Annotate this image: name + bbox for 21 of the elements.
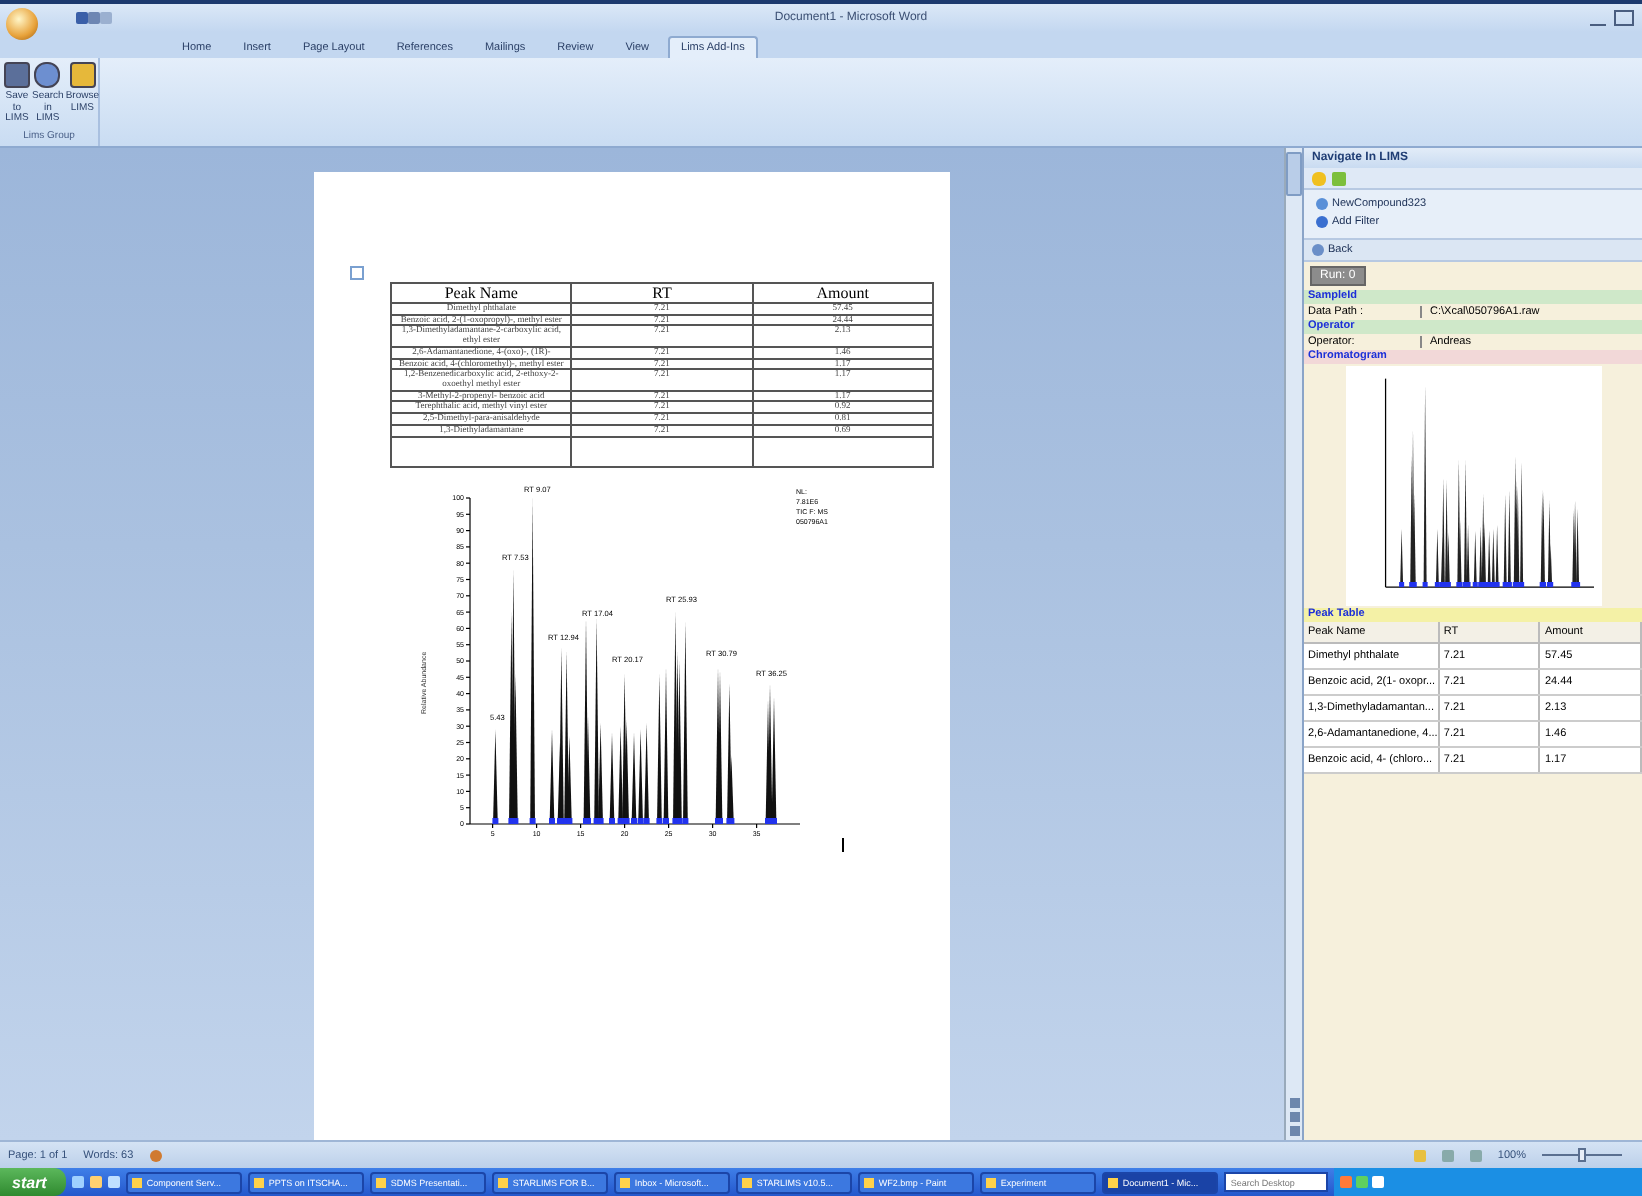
table-move-handle[interactable] xyxy=(350,266,364,280)
undo-icon xyxy=(88,12,100,24)
view-icon xyxy=(1413,1149,1426,1161)
lims-icon xyxy=(34,62,61,88)
view-icon xyxy=(1441,1149,1454,1161)
add-icon xyxy=(1332,171,1346,185)
star-icon xyxy=(1312,171,1326,185)
table-header: Peak Name xyxy=(391,283,572,303)
restore-icon[interactable] xyxy=(1614,10,1634,26)
save-icon xyxy=(76,12,88,24)
table-header: RT xyxy=(571,283,753,303)
scrollbar[interactable] xyxy=(1284,148,1302,1140)
office-button[interactable] xyxy=(6,8,38,40)
text-cursor xyxy=(842,838,844,852)
lims-icon xyxy=(69,62,96,88)
lims-icon xyxy=(4,62,30,88)
zoom-slider-thumb[interactable] xyxy=(1578,1148,1586,1162)
redo-icon xyxy=(100,12,112,24)
view-icon xyxy=(1469,1149,1482,1161)
proofing-icon xyxy=(149,1149,162,1161)
table-header: Amount xyxy=(752,283,933,303)
